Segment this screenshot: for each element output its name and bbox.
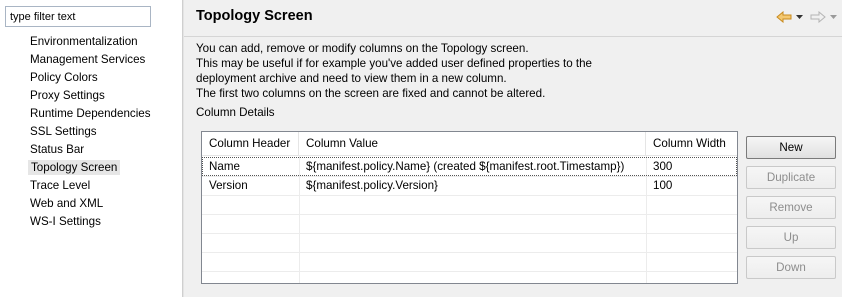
column-value-header[interactable]: Column Value [299,132,646,156]
column-header-header[interactable]: Column Header [202,132,299,156]
tree-item-status-bar[interactable]: Status Bar [30,142,151,160]
column-details-label: Column Details [196,106,275,119]
table-header: Column Header Column Value Column Width [202,132,737,156]
cell-column-header: Name [209,160,240,173]
tree-item-topology-screen[interactable]: Topology Screen [28,160,151,178]
tree-item-ws-i-settings[interactable]: WS-I Settings [30,214,151,232]
tree-item-web-and-xml[interactable]: Web and XML [30,196,151,214]
column-details-table[interactable]: Column Header Column Value Column Width … [201,131,738,284]
preferences-tree: Environmentalization Management Services… [28,34,151,232]
up-button[interactable]: Up [746,226,836,249]
cell-column-value: ${manifest.policy.Name} (created ${manif… [306,160,625,173]
column-width-header[interactable]: Column Width [646,132,737,156]
row-divider [202,195,737,196]
page-title: Topology Screen [196,8,313,24]
tree-item-runtime-dependencies[interactable]: Runtime Dependencies [30,106,151,124]
remove-button[interactable]: Remove [746,196,836,219]
tree-item-policy-colors[interactable]: Policy Colors [30,70,151,88]
row-divider [202,233,737,234]
page-description: You can add, remove or modify columns on… [196,41,592,101]
back-arrow-icon[interactable] [774,9,794,25]
table-row[interactable]: Version ${manifest.policy.Version} 100 [202,176,737,195]
page-header: Topology Screen [184,0,842,36]
down-button[interactable]: Down [746,256,836,279]
table-row[interactable]: Name ${manifest.policy.Name} (created ${… [202,157,737,176]
cell-column-width: 300 [653,160,673,173]
preference-page: Topology Screen You can add, remove or m… [184,0,842,297]
new-button[interactable]: New [746,136,836,159]
forward-arrow-icon[interactable] [808,9,828,25]
description-line: You can add, remove or modify columns on… [196,42,529,55]
tree-item-proxy-settings[interactable]: Proxy Settings [30,88,151,106]
cell-column-width: 100 [653,179,673,192]
preferences-tree-pane: Environmentalization Management Services… [0,0,182,297]
duplicate-button[interactable]: Duplicate [746,166,836,189]
description-line: The first two columns on the screen are … [196,87,546,100]
back-menu-chevron-down-icon[interactable] [794,9,804,25]
tree-item-trace-level[interactable]: Trace Level [30,178,151,196]
row-divider [202,271,737,272]
forward-menu-chevron-down-icon[interactable] [828,9,838,25]
row-divider [202,214,737,215]
filter-input[interactable] [5,6,151,27]
tree-item-environmentalization[interactable]: Environmentalization [30,34,151,52]
cell-column-header: Version [209,179,248,192]
header-divider [184,36,842,37]
tree-item-ssl-settings[interactable]: SSL Settings [30,124,151,142]
description-line: This may be useful if for example you've… [196,57,592,70]
description-line: deployment archive and need to view them… [196,72,507,85]
cell-column-value: ${manifest.policy.Version} [306,179,438,192]
row-divider [202,252,737,253]
history-nav [774,9,838,25]
tree-item-management-services[interactable]: Management Services [30,52,151,70]
